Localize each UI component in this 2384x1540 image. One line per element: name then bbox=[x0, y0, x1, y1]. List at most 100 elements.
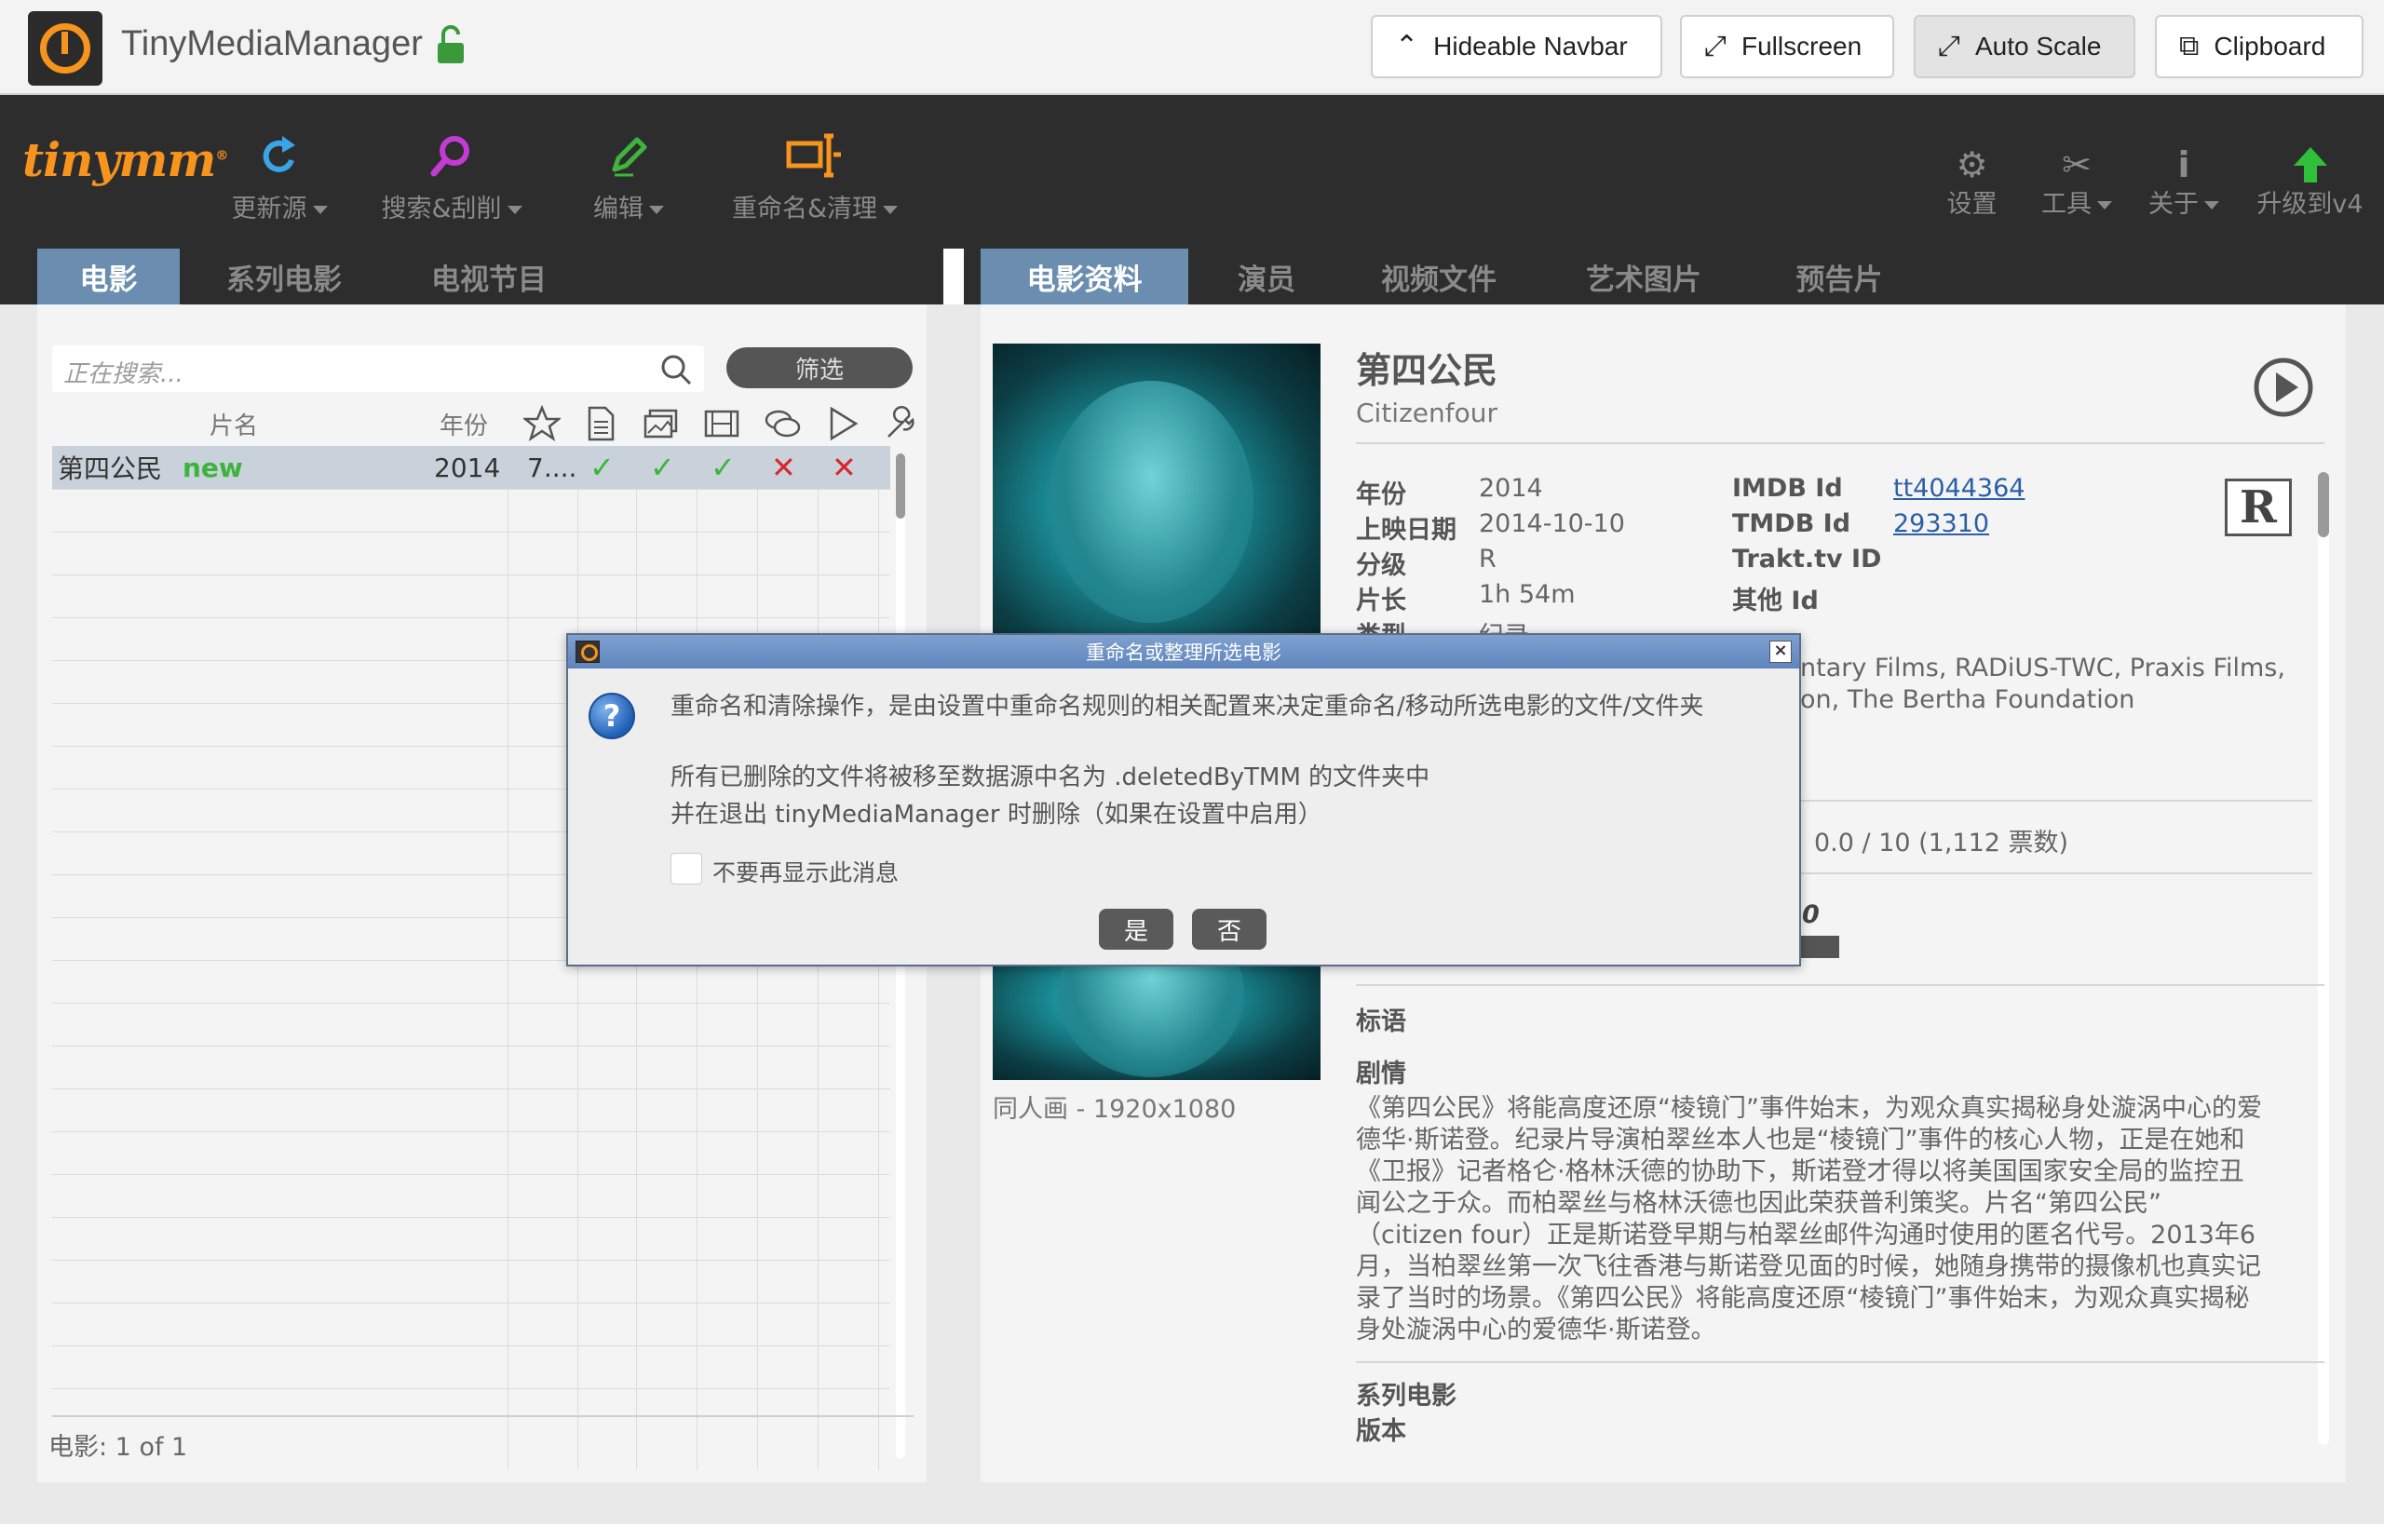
fanart-caption: 同人画 - 1920x1080 bbox=[993, 1095, 1237, 1124]
window-topbar: TinyMediaManager ⌃ Hideable Navbar ⤢ Ful… bbox=[0, 0, 2384, 95]
divider bbox=[1356, 1361, 2324, 1363]
detail-scrollbar[interactable] bbox=[2318, 472, 2329, 1445]
tab-artwork[interactable]: 艺术图片 bbox=[1551, 249, 1737, 304]
tab-media-files[interactable]: 视频文件 bbox=[1346, 249, 1532, 304]
tab-trailers[interactable]: 预告片 bbox=[1755, 249, 1923, 304]
year-value: 2014 bbox=[1479, 474, 1543, 503]
dont-show-again-checkbox[interactable] bbox=[670, 853, 702, 885]
empty-table-row bbox=[52, 1088, 890, 1089]
empty-table-row bbox=[52, 489, 890, 490]
unlock-icon[interactable] bbox=[435, 24, 467, 65]
other-id-label: 其他 Id bbox=[1732, 587, 1819, 615]
update-sources-button[interactable]: 更新源 bbox=[224, 123, 335, 224]
fullscreen-button[interactable]: ⤢ Fullscreen bbox=[1680, 15, 1894, 78]
dropdown-caret-icon bbox=[2204, 201, 2219, 209]
audio-badge-partial bbox=[1800, 936, 1839, 958]
hideable-navbar-label: Hideable Navbar bbox=[1433, 32, 1628, 61]
movieset-label: 系列电影 bbox=[1356, 1382, 1456, 1411]
right-tab-bar: 电影资料 演员 视频文件 艺术图片 预告片 bbox=[964, 249, 2384, 323]
divider bbox=[1356, 442, 2324, 444]
left-tab-bar: 电影 系列电影 电视节目 bbox=[0, 249, 943, 323]
fullscreen-icon: ⤢ bbox=[1704, 31, 1727, 61]
empty-table-row bbox=[52, 1174, 890, 1175]
movie-count-status: 电影: 1 of 1 bbox=[48, 1433, 188, 1462]
play-circle-icon[interactable] bbox=[2252, 356, 2315, 419]
tab-movie-sets[interactable]: 系列电影 bbox=[205, 249, 363, 304]
film-strip-icon[interactable] bbox=[703, 405, 740, 442]
gear-icon: ⚙ bbox=[1956, 144, 1988, 185]
movie-original-title: Citizenfour bbox=[1356, 398, 1498, 428]
fanart-image[interactable] bbox=[993, 910, 1321, 1080]
search-icon[interactable] bbox=[659, 353, 693, 386]
dropdown-caret-icon bbox=[312, 206, 328, 214]
empty-table-row bbox=[52, 1046, 890, 1047]
table-row[interactable]: 第四公民 new 2014 7.... ✓ ✓ ✓ ✕ ✕ bbox=[52, 446, 890, 489]
empty-table-row bbox=[52, 617, 890, 618]
dont-show-again-label[interactable]: 不要再显示此消息 bbox=[712, 855, 899, 888]
dialog-titlebar[interactable]: 重命名或整理所选电影 × bbox=[568, 635, 1799, 669]
tagline-label: 标语 bbox=[1356, 1007, 1406, 1036]
movie-rating-cell: 7.... bbox=[527, 452, 577, 483]
imdb-link[interactable]: tt4044364 bbox=[1893, 474, 2025, 503]
tab-movie-details[interactable]: 电影资料 bbox=[981, 249, 1188, 323]
subtitles-speech-icon[interactable] bbox=[764, 405, 801, 442]
production-companies-line1: ntary Films, RADiUS-TWC, Praxis Films, bbox=[1800, 654, 2285, 682]
about-button[interactable]: i 关于 bbox=[2142, 144, 2226, 220]
auto-scale-label: Auto Scale bbox=[1975, 32, 2102, 61]
edit-label: 编辑 bbox=[593, 195, 643, 223]
edit-button[interactable]: 编辑 bbox=[577, 123, 680, 224]
tmdb-link[interactable]: 293310 bbox=[1893, 509, 1989, 538]
empty-table-row bbox=[52, 1217, 890, 1218]
auto-scale-button[interactable]: ⤢ Auto Scale bbox=[1914, 15, 2135, 78]
filter-button[interactable]: 筛选 bbox=[726, 347, 913, 388]
check-icon: ✓ bbox=[650, 450, 675, 485]
plot-label: 剧情 bbox=[1356, 1060, 1406, 1088]
clipboard-icon: ⧉ bbox=[2179, 31, 2200, 61]
close-icon[interactable]: × bbox=[1769, 641, 1792, 663]
clipboard-label: Clipboard bbox=[2214, 32, 2326, 61]
release-date-label: 上映日期 bbox=[1356, 516, 1456, 545]
play-trailer-icon[interactable] bbox=[824, 405, 861, 442]
search-scrape-button[interactable]: 搜索&刮削 bbox=[372, 123, 531, 224]
nfo-document-icon[interactable] bbox=[582, 405, 619, 442]
dialog-title: 重命名或整理所选电影 bbox=[1086, 642, 1281, 664]
star-icon[interactable] bbox=[523, 405, 561, 442]
divider bbox=[1800, 872, 2312, 874]
tab-tv-shows[interactable]: 电视节目 bbox=[400, 249, 577, 304]
tab-movies[interactable]: 电影 bbox=[37, 249, 180, 323]
upgrade-label: 升级到v4 bbox=[2256, 190, 2364, 219]
settings-label: 设置 bbox=[1946, 190, 1998, 219]
wrench-icon[interactable] bbox=[883, 405, 920, 442]
search-scrape-label: 搜索&刮削 bbox=[381, 195, 502, 223]
search-input[interactable]: 正在搜索... bbox=[52, 345, 704, 392]
rename-cursor-icon bbox=[786, 133, 841, 178]
yes-button[interactable]: 是 bbox=[1099, 909, 1173, 950]
images-icon[interactable] bbox=[643, 405, 680, 442]
check-icon: ✓ bbox=[589, 450, 615, 485]
hideable-navbar-button[interactable]: ⌃ Hideable Navbar bbox=[1371, 15, 1662, 78]
main-toolbar: tinymm® 更新源 搜索&刮削 编辑 重命名&清理 ⚙ 设置 ✂ 工具 i … bbox=[0, 95, 2384, 249]
tools-button[interactable]: ✂ 工具 bbox=[2030, 144, 2123, 220]
empty-table-row bbox=[52, 1260, 890, 1261]
empty-table-row bbox=[52, 1131, 890, 1132]
year-label: 年份 bbox=[1356, 480, 1406, 509]
magnifier-icon bbox=[430, 136, 469, 177]
tools-icon: ✂ bbox=[2062, 144, 2092, 185]
certification-label: 分级 bbox=[1356, 551, 1406, 580]
media-logo-partial: 0 bbox=[1802, 900, 1820, 929]
tab-cast[interactable]: 演员 bbox=[1206, 249, 1327, 304]
upgrade-button[interactable]: 升级到v4 bbox=[2252, 146, 2368, 220]
no-button[interactable]: 否 bbox=[1192, 909, 1266, 950]
dropdown-caret-icon bbox=[507, 206, 522, 214]
settings-button[interactable]: ⚙ 设置 bbox=[1937, 144, 2007, 220]
certification-value: R bbox=[1479, 545, 1497, 574]
column-header-year[interactable]: 年份 bbox=[440, 407, 488, 441]
clipboard-button[interactable]: ⧉ Clipboard bbox=[2155, 15, 2364, 78]
movie-poster-image[interactable] bbox=[993, 344, 1321, 637]
cross-icon: ✕ bbox=[832, 450, 857, 485]
empty-table-row bbox=[52, 532, 890, 533]
info-icon: i bbox=[2177, 144, 2190, 185]
rating-votes: 0.0 / 10 (1,112 票数) bbox=[1814, 829, 2069, 858]
column-header-title[interactable]: 片名 bbox=[210, 407, 258, 441]
rename-cleanup-button[interactable]: 重命名&清理 bbox=[722, 123, 908, 224]
